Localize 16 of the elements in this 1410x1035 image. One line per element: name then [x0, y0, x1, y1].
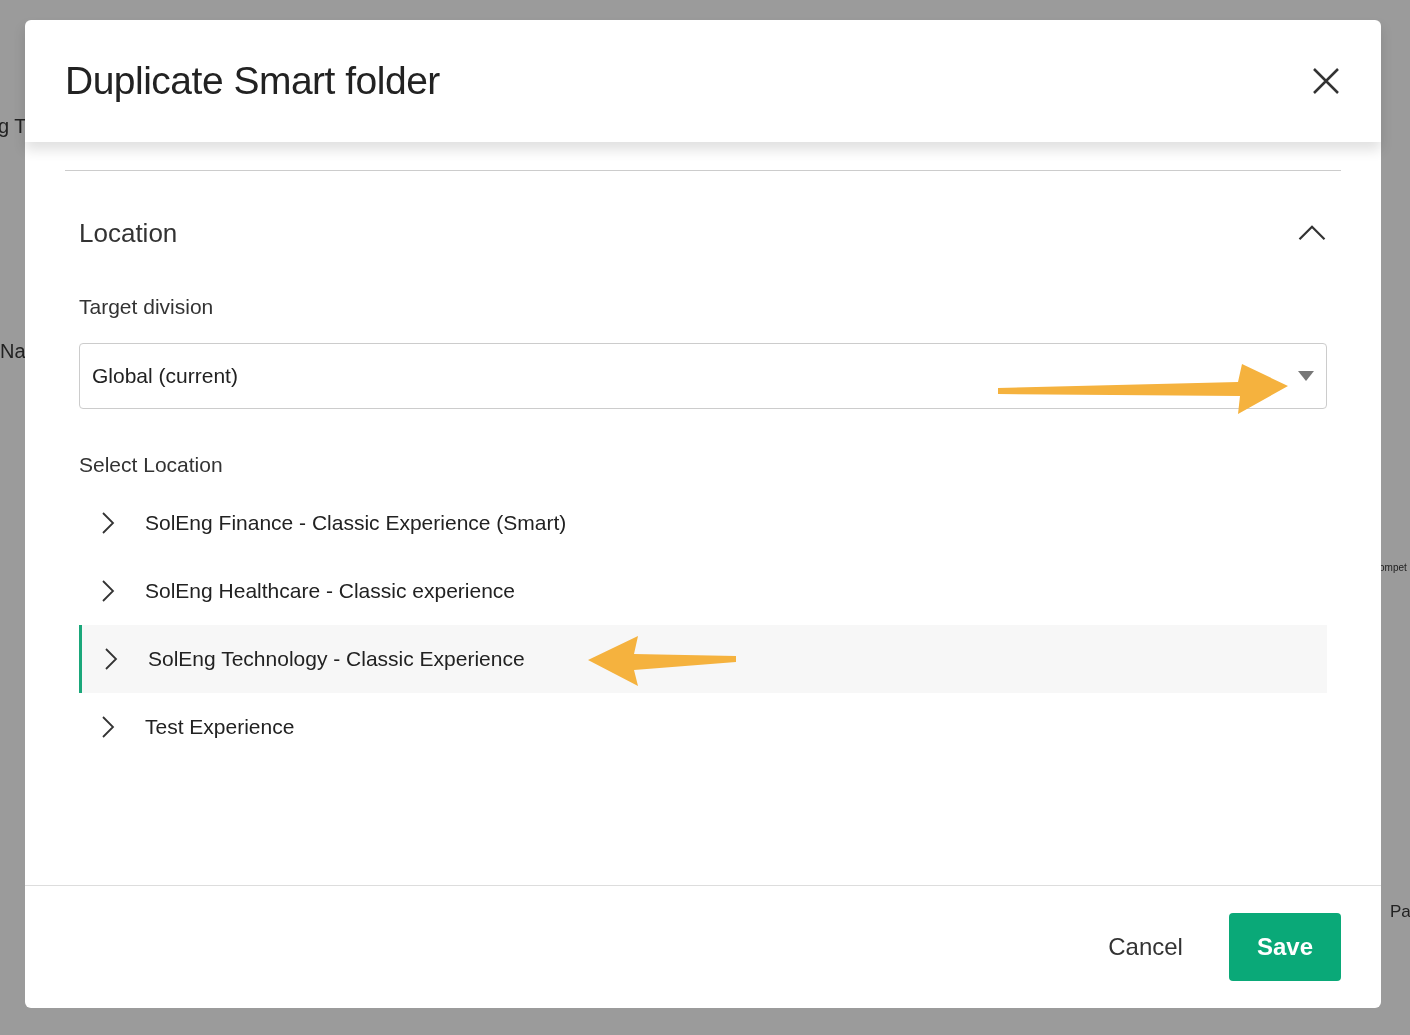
section-title: Location — [79, 217, 178, 249]
location-item[interactable]: SolEng Healthcare - Classic experience — [76, 557, 1327, 625]
close-button[interactable] — [1311, 66, 1341, 96]
location-item[interactable]: SolEng Technology - Classic Experience — [79, 625, 1327, 693]
division-dropdown[interactable]: Global (current) — [79, 343, 1327, 409]
cancel-button[interactable]: Cancel — [1102, 932, 1189, 962]
field-label: Select Location — [78, 453, 224, 477]
location-item[interactable]: Test Experience — [76, 693, 1327, 761]
collapse-toggle[interactable] — [1297, 224, 1327, 242]
dialog-title: Duplicate Smart folder — [65, 59, 440, 103]
background-text: Na — [0, 340, 26, 363]
dropdown-triangle-icon — [1298, 371, 1314, 381]
close-icon — [1311, 66, 1341, 96]
location-item[interactable]: SolEng Finance - Classic Experience (Smart) — [76, 489, 1327, 557]
field-label: Target division — [78, 295, 215, 319]
background-text: Pa — [1390, 902, 1410, 922]
